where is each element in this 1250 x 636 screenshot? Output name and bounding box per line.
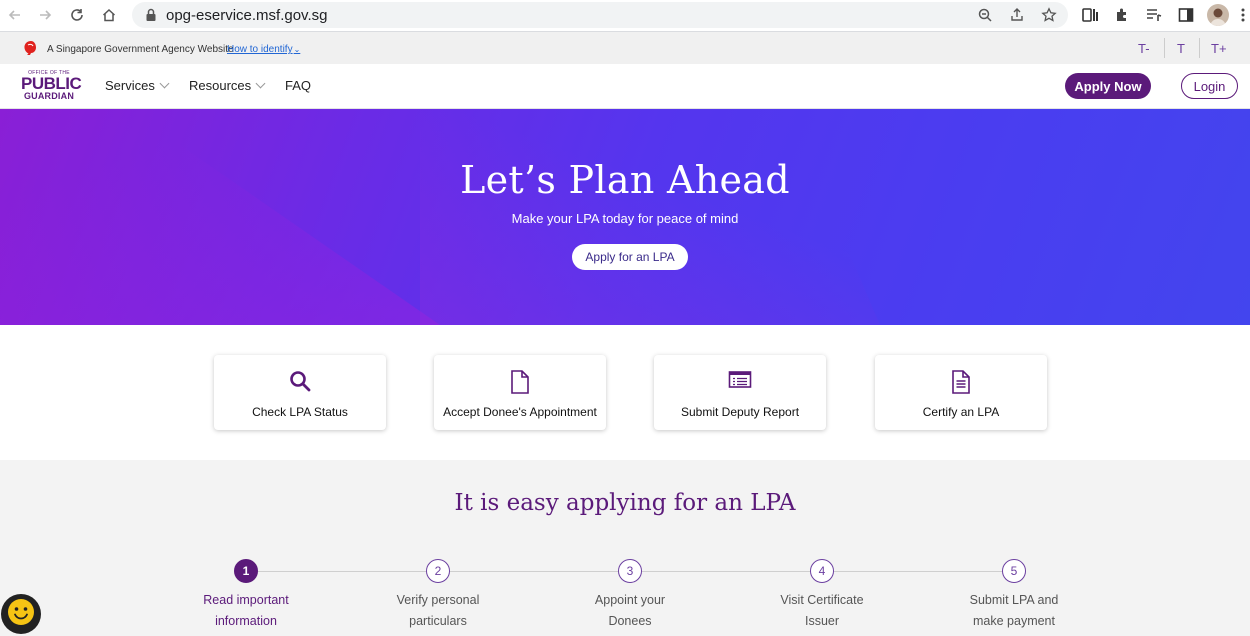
step-3-marker[interactable]: 3 [618,559,642,583]
hero-subtitle: Make your LPA today for peace of mind [511,211,739,226]
browser-menu-icon[interactable] [1238,5,1248,25]
quick-links-section: Check LPA Status Accept Donee's Appointm… [0,325,1250,460]
step-3-label-line-2: Donees [608,614,652,628]
step-2-marker[interactable]: 2 [426,559,450,583]
profile-avatar[interactable] [1207,4,1229,26]
login-button[interactable]: Login [1181,73,1238,99]
step-5-label-line-2: make payment [973,614,1055,628]
opg-logo[interactable]: OFFICE OF THE PUBLIC GUARDIAN [21,70,82,102]
gov-masthead: A Singapore Government Agency Website Ho… [0,32,1250,64]
forward-icon[interactable] [34,4,56,26]
lock-icon[interactable] [142,6,160,24]
step-1-label-line-2: information [215,614,277,628]
font-reset-button[interactable]: T [1177,41,1185,56]
extension-tool-icon[interactable] [1080,5,1100,25]
nav-faq[interactable]: FAQ [285,78,311,93]
nav-faq-label[interactable]: FAQ [285,78,311,93]
font-decrease-button[interactable]: T- [1138,41,1150,56]
singapore-lion-icon [22,40,38,61]
apply-for-lpa-button[interactable]: Apply for an LPA [572,244,688,270]
step-2-label-line-2: particulars [409,614,467,628]
how-to-identify-label[interactable]: How to identify [227,44,293,55]
nav-resources-label[interactable]: Resources [189,78,251,93]
share-icon[interactable] [1008,6,1026,24]
chevron-down-icon [159,78,170,89]
document-icon [434,369,606,395]
logo-line-3: GUARDIAN [23,91,75,101]
steps-title: It is easy applying for an LPA [454,490,796,516]
step-1-label[interactable]: Read important information [181,590,311,632]
browser-toolbar: opg-eservice.msf.gov.sg [0,0,1250,32]
reading-list-icon[interactable] [1144,5,1164,25]
smiley-icon [6,597,36,632]
home-icon[interactable] [98,4,120,26]
search-icon [214,369,386,393]
step-2-label-line-1: Verify personal [396,593,480,607]
divider [1164,38,1165,58]
step-4-label-line-1: Visit Certificate [780,593,864,607]
certificate-icon [875,369,1047,395]
reload-icon[interactable] [66,4,88,26]
check-lpa-status-label: Check LPA Status [252,405,348,419]
submit-deputy-report-card[interactable]: Submit Deputy Report [654,355,826,430]
check-lpa-status-card[interactable]: Check LPA Status [214,355,386,430]
feedback-button[interactable] [1,594,41,634]
font-increase-button[interactable]: T+ [1211,41,1227,56]
gov-agency-text: A Singapore Government Agency Website [47,44,234,55]
zoom-icon[interactable] [976,6,994,24]
step-1-label-line-1: Read important [203,593,289,607]
address-bar[interactable]: opg-eservice.msf.gov.sg [132,2,1068,28]
submit-deputy-report-label: Submit Deputy Report [680,405,800,419]
nav-resources[interactable]: Resources [189,78,266,93]
url-text[interactable]: opg-eservice.msf.gov.sg [166,7,327,24]
accept-donee-appointment-card[interactable]: Accept Donee's Appointment [434,355,606,430]
puzzle-icon[interactable] [1112,5,1132,25]
step-5-label-line-1: Submit LPA and [969,593,1059,607]
certify-lpa-card[interactable]: Certify an LPA [875,355,1047,430]
chevron-down-icon [255,78,266,89]
certify-lpa-label: Certify an LPA [922,405,1000,419]
side-panel-icon[interactable] [1176,5,1196,25]
step-5-label[interactable]: Submit LPA and make payment [949,590,1079,632]
step-4-marker[interactable]: 4 [810,559,834,583]
logo-line-2: PUBLIC [21,74,82,93]
how-to-identify-link[interactable]: How to identify⌄ [227,44,300,55]
step-5-marker[interactable]: 5 [1002,559,1026,583]
divider [1199,38,1200,58]
step-3-label-line-1: Appoint your [594,593,666,607]
site-header: OFFICE OF THE PUBLIC GUARDIAN Services R… [0,64,1250,109]
lpa-steps-section: It is easy applying for an LPA 1 Read im… [0,460,1250,636]
step-3-label[interactable]: Appoint your Donees [565,590,695,632]
report-icon [654,369,826,391]
hero-banner: Let’s Plan Ahead Make your LPA today for… [0,109,1250,325]
step-4-label[interactable]: Visit Certificate Issuer [757,590,887,632]
hero-title: Let’s Plan Ahead [460,158,790,202]
step-1-marker[interactable]: 1 [234,559,258,583]
bookmark-star-icon[interactable] [1040,6,1058,24]
back-icon[interactable] [4,4,26,26]
step-2-label[interactable]: Verify personal particulars [373,590,503,632]
apply-now-button[interactable]: Apply Now [1065,73,1151,99]
accept-donee-appointment-label: Accept Donee's Appointment [443,405,597,419]
step-4-label-line-2: Issuer [804,614,840,628]
nav-services[interactable]: Services [105,78,170,93]
chevron-down-icon: ⌄ [293,45,301,54]
nav-services-label[interactable]: Services [105,78,155,93]
